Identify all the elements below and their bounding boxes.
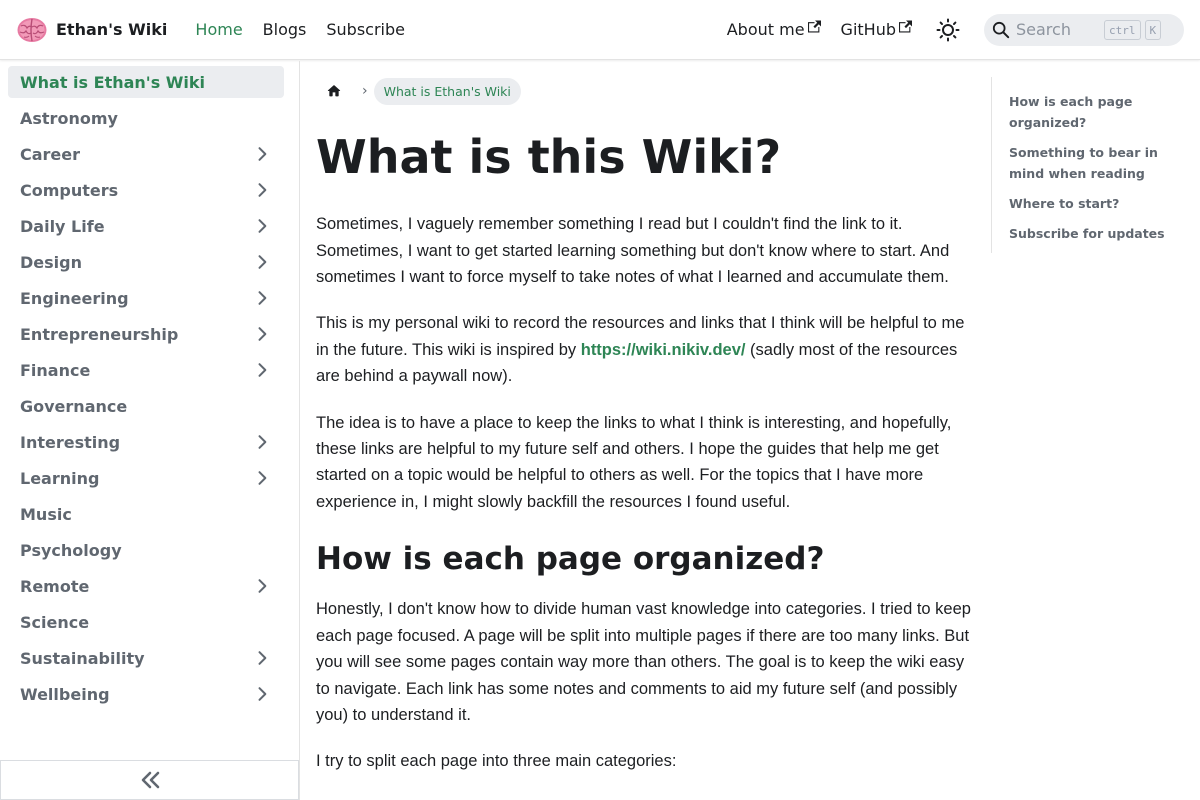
sidebar-item-label: Design	[20, 252, 82, 272]
sidebar-item-governance[interactable]: Governance	[8, 390, 284, 422]
chevron-right-icon[interactable]	[252, 468, 272, 488]
brand-title: Ethan's Wiki	[56, 20, 168, 39]
sidebar-item-computers[interactable]: Computers	[8, 174, 284, 206]
theme-toggle-button[interactable]	[932, 14, 964, 46]
chevron-right-icon[interactable]	[252, 684, 272, 704]
paragraph: This is my personal wiki to record the r…	[316, 310, 974, 389]
section-heading: How is each page organized?	[316, 541, 825, 578]
external-link-icon	[899, 20, 912, 33]
sidebar-menu: What is Ethan's Wiki Astronomy Career Co…	[0, 61, 299, 710]
kbd-ctrl: ctrl	[1104, 19, 1141, 40]
breadcrumb-current: What is Ethan's Wiki	[373, 77, 521, 105]
toc-item[interactable]: Subscribe for updates	[1009, 223, 1191, 244]
sidebar-item-astronomy[interactable]: Astronomy	[8, 102, 284, 134]
chevron-right-icon[interactable]	[252, 216, 272, 236]
nav-about-me-link[interactable]: About me	[719, 20, 829, 39]
sidebar-item-entrepreneurship[interactable]: Entrepreneurship	[8, 318, 284, 350]
brain-logo-icon	[17, 17, 47, 42]
table-of-contents: How is each page organized? Something to…	[991, 77, 1191, 253]
sidebar-item-label: Engineering	[20, 288, 129, 308]
sidebar-item-label: Computers	[20, 180, 119, 200]
sidebar-item-engineering[interactable]: Engineering	[8, 282, 284, 314]
sidebar-item-sustainability[interactable]: Sustainability	[8, 642, 284, 674]
paragraph: Honestly, I don't know how to divide hum…	[316, 600, 971, 725]
sidebar-item-label: Sustainability	[20, 648, 145, 668]
nav-github-link[interactable]: GitHub	[833, 20, 920, 39]
collapse-sidebar-button[interactable]	[0, 760, 299, 800]
search-bar[interactable]: ctrl K	[984, 13, 1184, 46]
sidebar-item-music[interactable]: Music	[8, 498, 284, 530]
breadcrumb: › What is Ethan's Wiki	[316, 76, 974, 106]
sidebar-item-label: Learning	[20, 468, 100, 488]
nav-subscribe-link[interactable]: Subscribe	[318, 20, 413, 39]
sidebar-item-label: Wellbeing	[20, 684, 110, 704]
sun-icon	[936, 18, 960, 41]
sidebar-item-label: Governance	[20, 396, 128, 416]
sidebar-item-label: Science	[20, 612, 90, 632]
chevron-right-icon[interactable]	[252, 252, 272, 272]
home-icon	[327, 85, 341, 97]
toc-item[interactable]: Where to start?	[1009, 193, 1191, 214]
sidebar-item-label: Astronomy	[20, 108, 118, 128]
toc-item[interactable]: Something to bear in mind when reading	[1009, 142, 1191, 184]
brand-link[interactable]: Ethan's Wiki	[16, 14, 167, 46]
sidebar-item-label: Finance	[20, 360, 91, 380]
chevron-right-icon[interactable]	[252, 180, 272, 200]
toc-item[interactable]: How is each page organized?	[1009, 91, 1191, 133]
nikiv-wiki-link[interactable]: https://wiki.nikiv.dev/	[581, 341, 746, 359]
sidebar-item-science[interactable]: Science	[8, 606, 284, 638]
sidebar-item-daily-life[interactable]: Daily Life	[8, 210, 284, 242]
chevron-right-icon[interactable]	[252, 648, 272, 668]
navbar: Ethan's Wiki Home Blogs Subscribe About …	[0, 0, 1200, 60]
nav-github-label: GitHub	[840, 20, 896, 39]
nav-blogs-link[interactable]: Blogs	[255, 20, 315, 39]
sidebar-item-label: Music	[20, 504, 72, 524]
sidebar-item-what-is-ethans-wiki[interactable]: What is Ethan's Wiki	[8, 66, 284, 98]
nav-home-link[interactable]: Home	[187, 20, 250, 39]
chevron-right-icon[interactable]	[252, 360, 272, 380]
sidebar-item-label: Psychology	[20, 540, 122, 560]
sidebar-item-label: Daily Life	[20, 216, 105, 236]
paragraph: Sometimes, I vaguely remember something …	[316, 215, 950, 286]
chevron-right-icon[interactable]	[252, 144, 272, 164]
sidebar-item-design[interactable]: Design	[8, 246, 284, 278]
kbd-k: K	[1144, 19, 1162, 40]
sidebar-item-label: Interesting	[20, 432, 121, 452]
sidebar-item-psychology[interactable]: Psychology	[8, 534, 284, 566]
breadcrumb-home-link[interactable]	[316, 76, 352, 106]
chevron-right-icon[interactable]	[252, 324, 272, 344]
chevron-right-icon[interactable]	[252, 288, 272, 308]
paragraph: I try to split each page into three main…	[316, 752, 677, 771]
nav-about-me-label: About me	[726, 20, 805, 39]
external-link-icon	[807, 20, 821, 33]
sidebar-item-learning[interactable]: Learning	[8, 462, 284, 494]
sidebar-item-finance[interactable]: Finance	[8, 354, 284, 386]
search-input[interactable]	[1016, 20, 1100, 39]
main-content: › What is Ethan's Wiki What is this Wiki…	[300, 61, 990, 800]
sidebar-item-interesting[interactable]: Interesting	[8, 426, 284, 458]
double-chevron-left-icon	[141, 771, 159, 789]
sidebar-item-wellbeing[interactable]: Wellbeing	[8, 678, 284, 710]
chevron-right-icon[interactable]	[252, 432, 272, 452]
chevron-right-icon[interactable]	[252, 576, 272, 596]
page-title: What is this Wiki?	[316, 130, 782, 184]
sidebar-item-label: Remote	[20, 576, 90, 596]
search-icon	[992, 21, 1010, 38]
sidebar-item-remote[interactable]: Remote	[8, 570, 284, 602]
sidebar-item-label: Entrepreneurship	[20, 324, 179, 344]
chevron-separator-icon: ›	[362, 83, 368, 99]
sidebar-item-career[interactable]: Career	[8, 138, 284, 170]
sidebar: What is Ethan's Wiki Astronomy Career Co…	[0, 61, 300, 800]
sidebar-item-label: Career	[20, 144, 81, 164]
paragraph: The idea is to have a place to keep the …	[316, 413, 952, 511]
sidebar-item-label: What is Ethan's Wiki	[20, 72, 206, 92]
